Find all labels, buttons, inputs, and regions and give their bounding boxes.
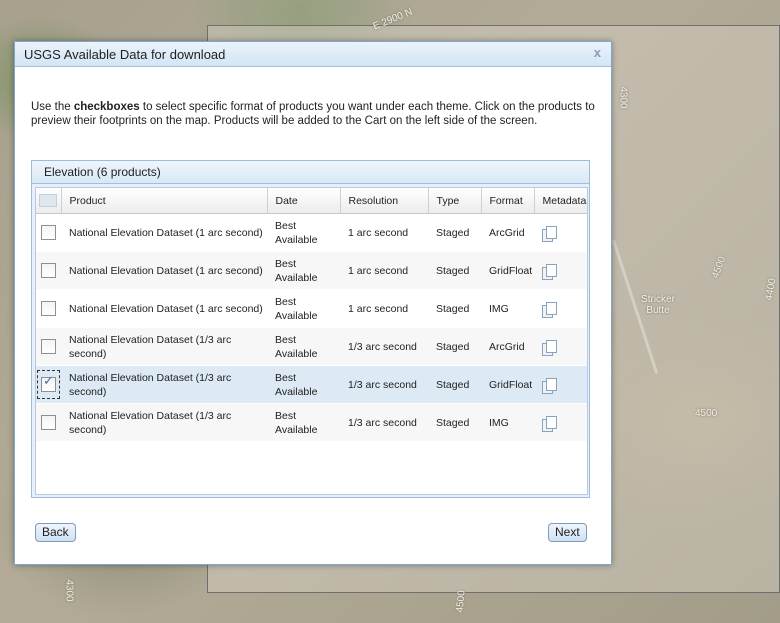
- type-cell: Staged: [428, 365, 481, 404]
- column-header-type[interactable]: Type: [428, 188, 482, 214]
- grid-header-row: Product Date Resolution Type Format Meta…: [36, 188, 587, 214]
- instructions-text: Use the checkboxes to select specific fo…: [31, 101, 595, 127]
- metadata-icon[interactable]: [542, 225, 557, 242]
- metadata-icon[interactable]: [542, 377, 557, 394]
- format-cell: IMG: [481, 403, 534, 442]
- date-cell: Best Available: [267, 327, 340, 366]
- resolution-cell: 1/3 arc second: [340, 365, 428, 404]
- format-cell: IMG: [481, 289, 534, 328]
- checkboxes-emphasis: checkboxes: [73, 101, 140, 113]
- date-cell: Best Available: [267, 403, 340, 442]
- row-checkbox[interactable]: [41, 301, 56, 316]
- place-label: Stricker Butte: [641, 294, 675, 316]
- format-cell: GridFloat: [481, 365, 534, 404]
- next-button[interactable]: Next: [548, 523, 587, 542]
- product-cell[interactable]: National Elevation Dataset (1 arc second…: [61, 251, 267, 290]
- column-header-format[interactable]: Format: [481, 188, 535, 214]
- metadata-icon[interactable]: [542, 263, 557, 280]
- type-cell: Staged: [428, 213, 481, 252]
- row-checkbox[interactable]: [41, 339, 56, 354]
- date-cell: Best Available: [267, 289, 340, 328]
- product-cell[interactable]: National Elevation Dataset (1 arc second…: [61, 213, 267, 252]
- resolution-cell: 1 arc second: [340, 251, 428, 290]
- download-dialog: USGS Available Data for download x Use t…: [14, 41, 612, 565]
- checkbox-focus-ring: [37, 370, 60, 399]
- row-checkbox[interactable]: [41, 415, 56, 430]
- metadata-icon[interactable]: [542, 415, 557, 432]
- date-cell: Best Available: [267, 365, 340, 404]
- column-header-resolution[interactable]: Resolution: [340, 188, 429, 214]
- resolution-cell: 1 arc second: [340, 213, 428, 252]
- column-header-product[interactable]: Product: [61, 188, 268, 214]
- product-cell[interactable]: National Elevation Dataset (1/3 arc seco…: [61, 403, 267, 442]
- product-cell[interactable]: National Elevation Dataset (1/3 arc seco…: [61, 365, 267, 404]
- panel-title[interactable]: Elevation (6 products): [32, 161, 589, 184]
- back-button[interactable]: Back: [35, 523, 76, 542]
- contour-label: 4300: [617, 86, 629, 109]
- close-icon[interactable]: x: [594, 45, 601, 60]
- type-cell: Staged: [428, 251, 481, 290]
- table-row[interactable]: National Elevation Dataset (1 arc second…: [36, 213, 587, 252]
- table-row[interactable]: National Elevation Dataset (1 arc second…: [36, 251, 587, 290]
- contour-label: 4300: [63, 579, 75, 602]
- dialog-titlebar[interactable]: USGS Available Data for download x: [15, 42, 611, 67]
- contour-label: 4500: [695, 408, 718, 419]
- table-row[interactable]: National Elevation Dataset (1/3 arc seco…: [36, 327, 587, 366]
- type-cell: Staged: [428, 327, 481, 366]
- metadata-icon[interactable]: [542, 301, 557, 318]
- product-cell[interactable]: National Elevation Dataset (1 arc second…: [61, 289, 267, 328]
- row-checkbox-checked[interactable]: [41, 375, 56, 392]
- dialog-title: USGS Available Data for download: [24, 47, 226, 62]
- table-row-selected[interactable]: National Elevation Dataset (1/3 arc seco…: [36, 365, 587, 404]
- column-header-metadata[interactable]: Metadata: [534, 188, 587, 214]
- resolution-cell: 1/3 arc second: [340, 327, 428, 366]
- elevation-panel: Elevation (6 products) Product Date Reso…: [31, 160, 590, 498]
- metadata-icon[interactable]: [542, 339, 557, 356]
- header-select-all[interactable]: [36, 188, 62, 214]
- resolution-cell: 1/3 arc second: [340, 403, 428, 442]
- resolution-cell: 1 arc second: [340, 289, 428, 328]
- format-cell: ArcGrid: [481, 327, 534, 366]
- column-header-date[interactable]: Date: [267, 188, 341, 214]
- date-cell: Best Available: [267, 251, 340, 290]
- format-cell: GridFloat: [481, 251, 534, 290]
- format-cell: ArcGrid: [481, 213, 534, 252]
- date-cell: Best Available: [267, 213, 340, 252]
- products-grid: Product Date Resolution Type Format Meta…: [35, 187, 588, 495]
- type-cell: Staged: [428, 403, 481, 442]
- type-cell: Staged: [428, 289, 481, 328]
- table-row[interactable]: National Elevation Dataset (1 arc second…: [36, 289, 587, 328]
- row-checkbox[interactable]: [41, 225, 56, 240]
- table-row[interactable]: National Elevation Dataset (1/3 arc seco…: [36, 403, 587, 442]
- row-checkbox[interactable]: [41, 263, 56, 278]
- contour-label: 4500: [454, 589, 468, 614]
- product-cell[interactable]: National Elevation Dataset (1/3 arc seco…: [61, 327, 267, 366]
